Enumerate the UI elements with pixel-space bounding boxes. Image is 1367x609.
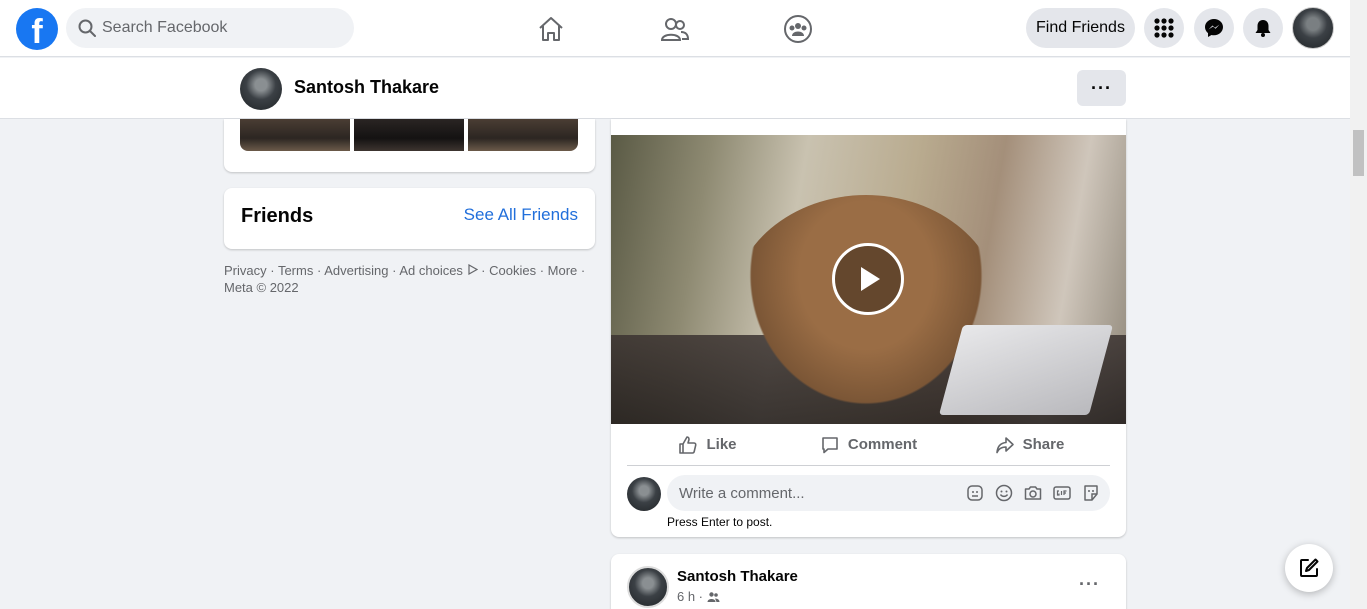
post-card: Santosh Thakare 6 h · ··· [611, 554, 1126, 609]
emoji-icon[interactable] [994, 483, 1014, 503]
search-icon [78, 19, 96, 37]
top-nav: f Find Friends [0, 0, 1350, 57]
comment-button[interactable]: Comment [788, 424, 949, 465]
footer-link-terms[interactable]: Terms [278, 263, 313, 278]
search-box[interactable] [66, 8, 354, 48]
messenger-button[interactable] [1194, 8, 1234, 48]
commenter-avatar[interactable] [627, 477, 661, 511]
camera-icon[interactable] [1023, 483, 1043, 503]
account-avatar[interactable] [1292, 7, 1334, 49]
gif-icon[interactable] [1052, 483, 1072, 503]
friends-card: Friends See All Friends [224, 188, 595, 249]
footer-link-cookies[interactable]: Cookies [489, 263, 536, 278]
footer-link-advertising[interactable]: Advertising [324, 263, 388, 278]
post-more-button[interactable]: ··· [1079, 574, 1100, 595]
share-button[interactable]: Share [949, 424, 1110, 465]
photo-thumbnail[interactable] [354, 119, 464, 151]
photo-thumbnail[interactable] [240, 119, 350, 151]
page-scrollbar[interactable] [1350, 0, 1367, 609]
scrollbar-thumb[interactable] [1353, 130, 1364, 176]
home-icon[interactable] [536, 14, 566, 44]
friends-icon[interactable] [660, 14, 690, 44]
facebook-logo[interactable]: f [16, 8, 58, 50]
press-enter-hint: Press Enter to post. [667, 515, 773, 529]
find-friends-button[interactable]: Find Friends [1026, 8, 1135, 48]
menu-button[interactable] [1144, 8, 1184, 48]
photo-thumbnail[interactable] [468, 119, 578, 151]
avatar-sticker-icon[interactable] [965, 483, 985, 503]
comment-input[interactable] [679, 475, 959, 511]
friends-audience-icon [707, 591, 720, 602]
menu-grid-icon [1154, 18, 1174, 38]
post-author-name[interactable]: Santosh Thakare [677, 568, 798, 585]
new-message-button[interactable] [1285, 544, 1333, 592]
profile-name[interactable]: Santosh Thakare [294, 77, 439, 98]
profile-avatar[interactable] [240, 68, 282, 110]
share-icon [995, 436, 1014, 453]
footer-link-privacy[interactable]: Privacy [224, 263, 267, 278]
profile-header-bar: Santosh Thakare ··· [0, 58, 1350, 119]
search-input[interactable] [102, 8, 342, 48]
notifications-button[interactable] [1243, 8, 1283, 48]
compose-icon [1300, 558, 1319, 577]
footer-links: Privacy · Terms · Advertising · Ad choic… [224, 263, 586, 295]
comment-icon [822, 436, 838, 453]
photos-card [224, 119, 595, 172]
notifications-icon [1255, 20, 1271, 37]
post-actions: Like Comment Share [627, 424, 1110, 466]
footer-link-more[interactable]: More [548, 263, 578, 278]
share-label: Share [1022, 436, 1065, 453]
comment-box[interactable] [667, 475, 1110, 511]
post-video[interactable] [611, 135, 1126, 424]
like-icon [679, 435, 698, 454]
like-label: Like [706, 436, 737, 453]
footer-link-ad-choices[interactable]: Ad choices [399, 263, 478, 278]
post-timestamp[interactable]: 6 h · [677, 589, 720, 604]
sticker-icon[interactable] [1081, 483, 1101, 503]
play-icon [861, 267, 880, 291]
author-avatar[interactable] [627, 566, 669, 608]
like-button[interactable]: Like [627, 424, 788, 465]
comment-label: Comment [847, 436, 918, 453]
see-all-friends-link[interactable]: See All Friends [464, 205, 578, 225]
play-button[interactable] [832, 243, 904, 315]
post-card: Like Comment Share Write a comment... Pr… [611, 119, 1126, 537]
post-time: 6 h · [677, 589, 704, 604]
profile-more-button[interactable]: ··· [1077, 70, 1126, 106]
comment-composer [627, 475, 1110, 511]
friends-title[interactable]: Friends [241, 205, 313, 228]
messenger-icon [1205, 19, 1223, 37]
video-scene-laptop [938, 325, 1114, 415]
groups-icon[interactable] [783, 14, 813, 44]
ad-choices-icon [467, 263, 478, 276]
footer-copyright: Meta © 2022 [224, 280, 299, 295]
